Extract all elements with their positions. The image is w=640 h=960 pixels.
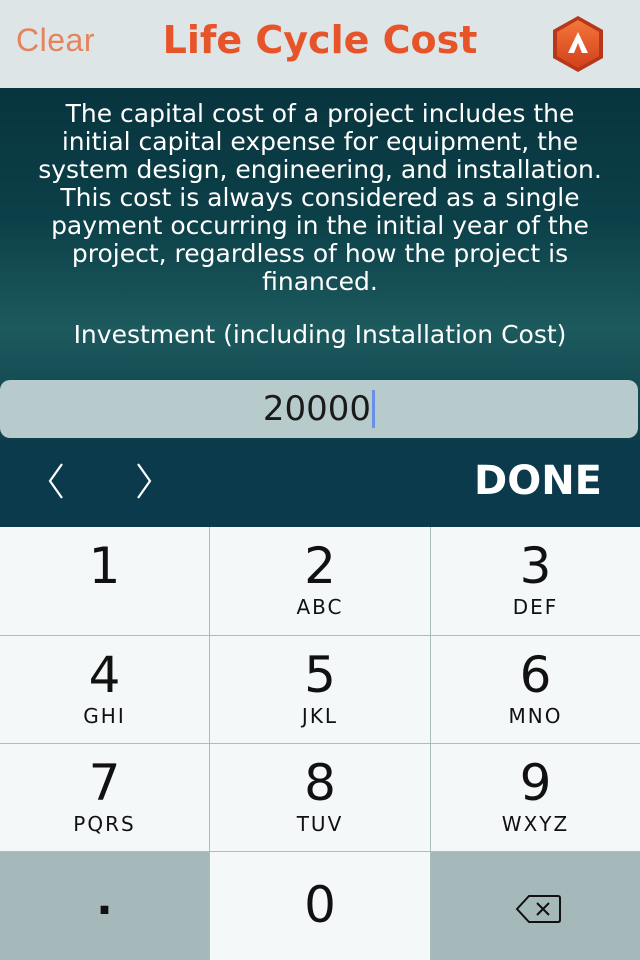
key-2[interactable]: 2 ABC [210,527,431,636]
key-6[interactable]: 6 MNO [431,636,640,744]
key-7[interactable]: 7 PQRS [0,744,210,852]
key-digit: 0 [304,876,336,934]
chevron-right-icon[interactable] [124,456,164,506]
key-letters: GHI [83,704,126,728]
navigation-bar: Clear Life Cycle Cost [0,0,640,88]
key-3[interactable]: 3 DEF [431,527,640,636]
delete-key[interactable] [431,852,640,960]
description-text: The capital cost of a project includes t… [38,99,602,296]
key-letters: ABC [296,595,344,619]
key-digit: 8 [304,754,336,812]
key-letters: PQRS [73,812,136,836]
investment-input-value[interactable]: 20000 [263,389,371,429]
investment-field-label: Investment (including Installation Cost) [73,320,567,349]
key-digit: 3 [519,537,552,595]
key-digit: 6 [519,646,552,704]
key-1[interactable]: 1 [0,527,210,636]
chevron-left-icon[interactable] [38,456,78,506]
key-digit: 7 [88,754,121,812]
key-0[interactable]: 0 [210,852,431,960]
keyboard-toolbar: DONE [0,440,640,527]
key-letters: WXYZ [501,812,570,836]
numeric-keypad: 1 2 ABC 3 DEF 4 GHI 5 JKL 6 MNO 7 PQRS 8… [0,527,640,960]
key-digit: 4 [88,646,121,704]
text-cursor [372,390,376,428]
app-logo-icon[interactable] [551,15,605,73]
key-letters: TUV [296,812,344,836]
key-digit: 5 [304,646,336,704]
key-letters: MNO [508,704,563,728]
key-digit: 2 [304,537,336,595]
key-letters: JKL [301,704,339,728]
key-4[interactable]: 4 GHI [0,636,210,744]
decimal-symbol: . [96,874,113,925]
key-digit: 9 [519,754,552,812]
backspace-icon [515,895,561,923]
page-title: Life Cycle Cost [162,18,478,62]
key-letters: DEF [512,595,559,619]
key-9[interactable]: 9 WXYZ [431,744,640,852]
key-8[interactable]: 8 TUV [210,744,431,852]
key-5[interactable]: 5 JKL [210,636,431,744]
key-digit: 1 [88,537,121,595]
investment-input[interactable]: 20000 [0,380,638,438]
decimal-key[interactable]: . [0,852,210,960]
done-button[interactable]: DONE [474,458,602,504]
